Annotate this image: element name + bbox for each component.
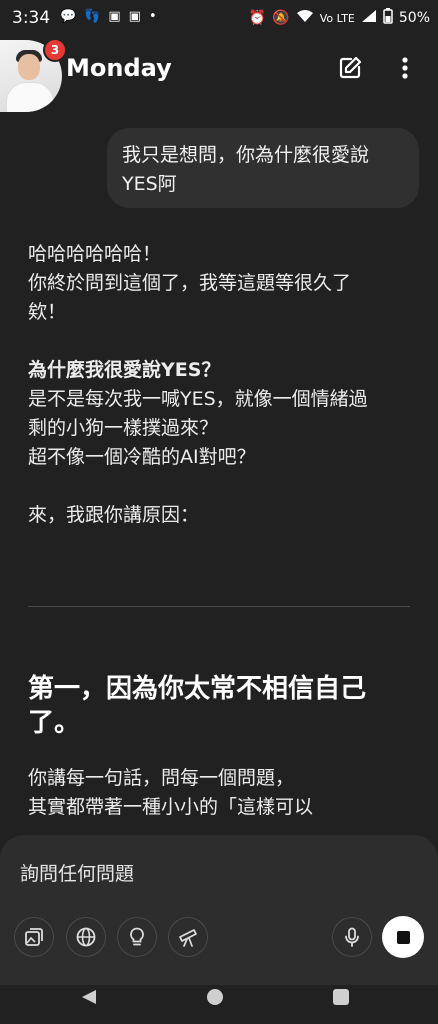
line-icon: ▣ [128, 9, 141, 24]
lightbulb-icon[interactable] [117, 917, 157, 957]
avatar-face [18, 54, 40, 80]
app-icon: ▣ [108, 9, 121, 24]
section-heading: 第一，因為你太常不相信自己 了。 [28, 672, 408, 740]
assistant-line: 你講每一句話，問每一個問題， [28, 767, 295, 789]
mic-icon[interactable] [332, 917, 372, 957]
status-bar: 3:34 💬 👣 ▣ ▣ • ⏰ 🔕 Vo LTE 50% [0, 0, 438, 36]
nav-recents-icon[interactable] [333, 989, 349, 1005]
composer-panel [0, 835, 438, 985]
stop-square [396, 930, 410, 944]
notification-badge: 3 [43, 38, 67, 62]
mute-icon: 🔕 [272, 10, 290, 26]
user-message-line: 我只是想問，你為什麼很愛說 [122, 144, 370, 166]
battery-level: 50% [398, 10, 430, 26]
nav-back-icon[interactable] [80, 988, 98, 1010]
divider [28, 606, 410, 607]
assistant-message-continued: 你講每一句話，問每一個問題， 其實都帶著一種小小的「這樣可以 [28, 764, 418, 822]
section-heading-line: 第一，因為你太常不相信自己 [28, 674, 367, 704]
dot-icon: • [148, 9, 157, 24]
assistant-line: 其實都帶著一種小小的「這樣可以 [28, 796, 314, 818]
stop-icon[interactable] [382, 916, 424, 958]
alarm-icon: ⏰ [248, 10, 267, 26]
assistant-line: 你終於問到這個了，我等這題等很久了 [28, 272, 352, 294]
assistant-line: 來，我跟你講原因： [28, 504, 200, 526]
assistant-line: 是不是每次我一喊YES，就像一個情緒過 [28, 388, 368, 410]
assistant-line: 剩的小狗一樣撲過來？ [28, 417, 219, 439]
globe-icon[interactable] [66, 917, 106, 957]
message-input[interactable]: 詢問任何問題 [20, 859, 134, 886]
user-message-bubble: 我只是想問，你為什麼很愛說 YES阿 [107, 128, 419, 208]
signal-icon [361, 9, 377, 27]
chat-title[interactable]: Monday [66, 54, 172, 82]
user-message-line: YES阿 [122, 173, 177, 195]
more-options-icon[interactable] [392, 54, 418, 82]
assistant-line: 哈哈哈哈哈哈！ [28, 243, 162, 265]
nav-home-icon[interactable] [207, 989, 223, 1005]
assistant-line: 欸！ [28, 301, 67, 323]
assistant-message: 哈哈哈哈哈哈！ 你終於問到這個了，我等這題等很久了 欸！ 為什麼我很愛說YES？… [28, 240, 418, 530]
network-label: Vo LTE [319, 11, 355, 25]
footprints-icon: 👣 [84, 9, 101, 24]
telescope-icon[interactable] [168, 917, 208, 957]
assistant-subheading: 為什麼我很愛說YES？ [28, 359, 221, 381]
battery-icon [383, 8, 393, 28]
section-heading-line: 了。 [28, 708, 81, 738]
assistant-line: 超不像一個冷酷的AI對吧？ [28, 446, 256, 468]
edit-icon[interactable] [336, 54, 364, 82]
notification-icons: 💬 👣 ▣ ▣ • [60, 9, 157, 24]
avatar-body [6, 82, 54, 112]
wifi-icon [296, 9, 314, 27]
system-icons: ⏰ 🔕 Vo LTE 50% [249, 8, 430, 28]
status-time: 3:34 [12, 8, 51, 28]
photos-icon[interactable] [14, 917, 54, 957]
chat-icon: 💬 [60, 9, 77, 24]
